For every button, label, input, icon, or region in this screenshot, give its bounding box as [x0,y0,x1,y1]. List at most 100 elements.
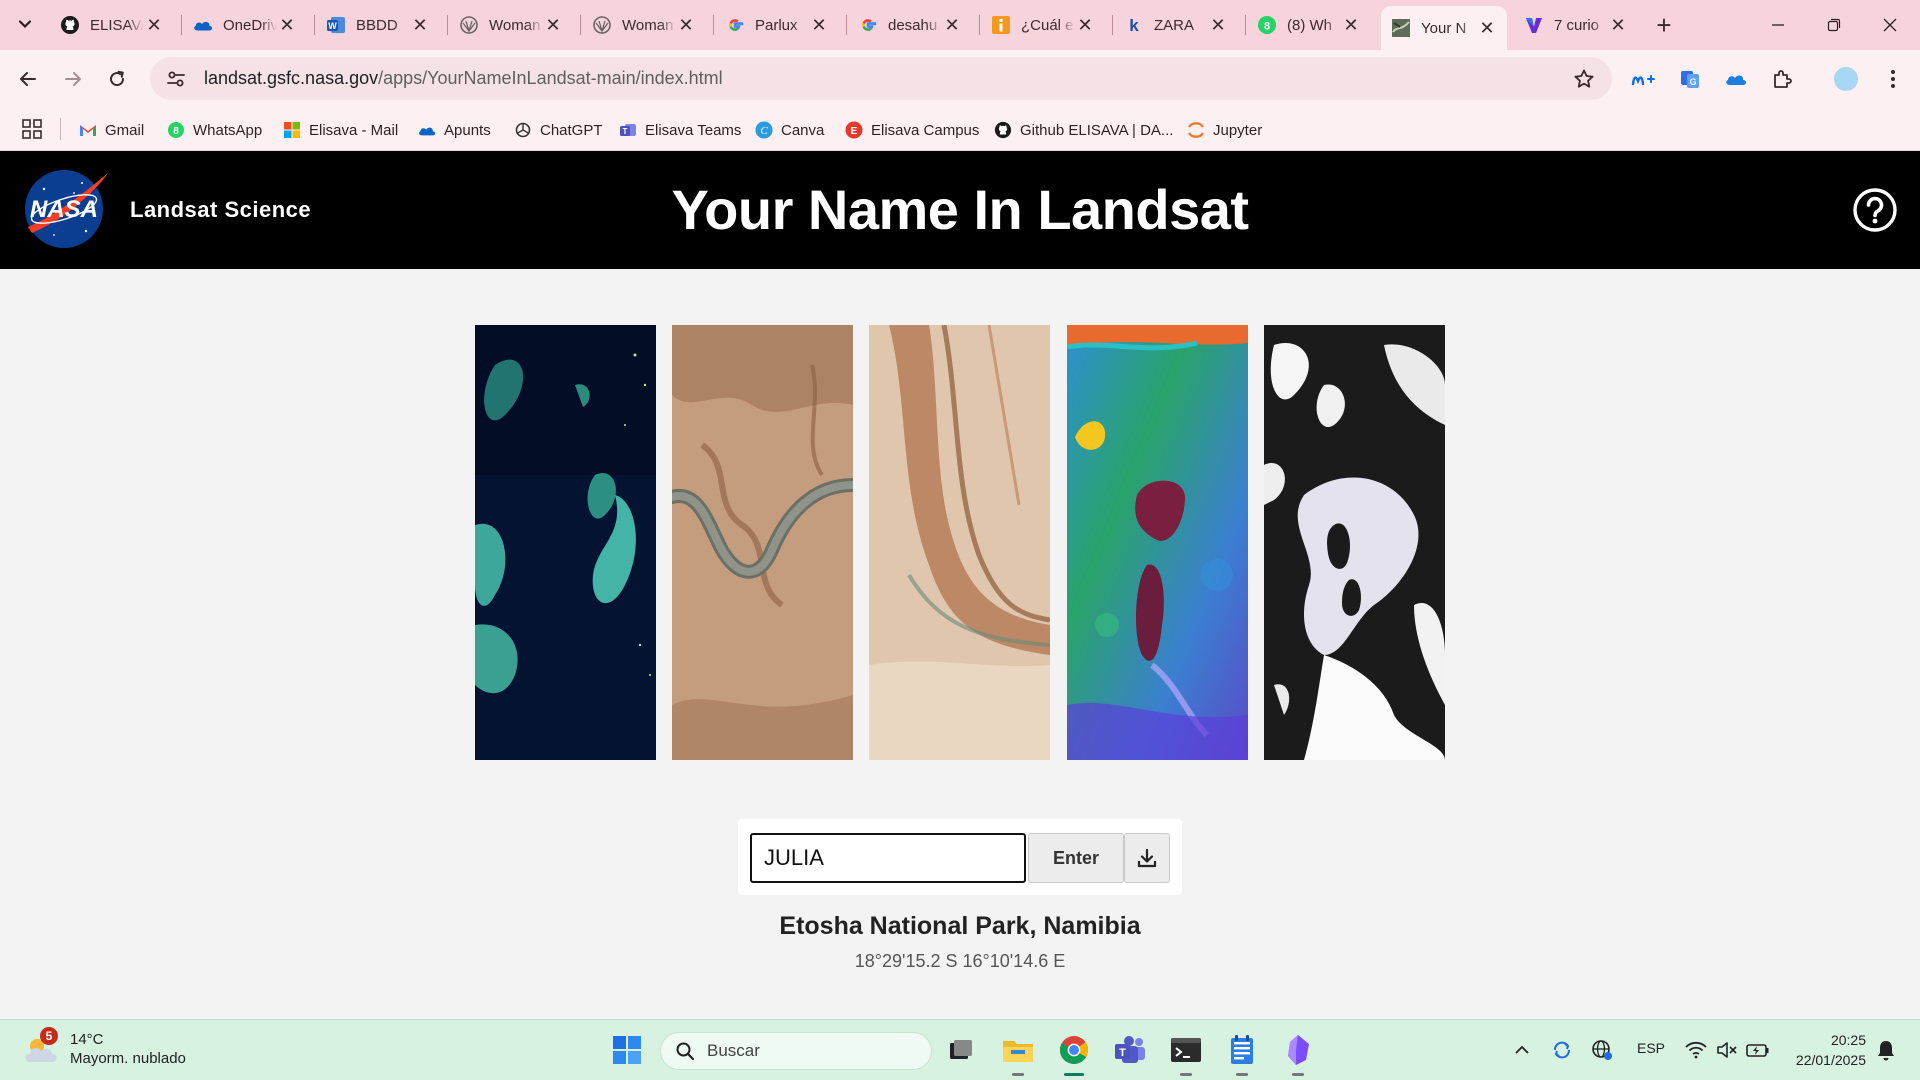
site-info-button[interactable] [158,61,194,97]
system-clock[interactable]: 20:25 22/01/2025 [1786,1030,1866,1070]
keyboard-language[interactable]: ESP [1637,1040,1665,1056]
browser-tab-active[interactable]: Your N ✕ [1381,6,1507,50]
taskbar-notepad[interactable] [1222,1030,1262,1076]
bookmark-whatsapp[interactable]: 8 WhatsApp [167,116,262,144]
tab-close-icon[interactable]: ✕ [1341,15,1361,35]
tab-close-icon[interactable]: ✕ [809,15,829,35]
address-url[interactable]: landsat.gsfc.nasa.gov/apps/YourNameInLan… [204,68,723,89]
close-icon [1883,18,1897,32]
extensions-button[interactable] [1765,62,1799,96]
taskbar-terminal[interactable] [1166,1030,1206,1076]
github-icon [60,15,80,35]
bookmark-elisava-mail[interactable]: Elisava - Mail [283,116,398,144]
browser-tab[interactable]: 7 curio ✕ [1514,8,1638,42]
bookmark-star-button[interactable] [1566,61,1602,97]
browser-tab[interactable]: ¿Cuál es ✕ [981,8,1105,42]
new-tab-button[interactable]: + [1649,10,1679,40]
bookmark-gmail[interactable]: Gmail [79,116,144,144]
bookmark-elisava-teams[interactable]: T Elisava Teams [619,116,741,144]
tab-close-icon[interactable]: ✕ [1208,15,1228,35]
chevron-down-icon [18,20,32,29]
tab-close-icon[interactable]: ✕ [676,15,696,35]
back-button[interactable] [10,61,46,97]
taskbar-chrome[interactable] [1054,1030,1094,1076]
main-content: Enter Etosha National Park, Namibia 18°2… [0,269,1920,1019]
tab-close-icon[interactable]: ✕ [1477,18,1497,38]
url-host: landsat.gsfc.nasa.gov [204,68,379,88]
extension-movistar[interactable] [1627,62,1661,96]
bookmark-github-elisava[interactable]: Github ELISAVA | DA... [994,116,1173,144]
tab-close-icon[interactable]: ✕ [1075,15,1095,35]
browser-tab-strip: ELISAVA ✕ OneDrive ✕ W BBDD ✕ Woman ✕ Wo… [0,0,1920,50]
bookmarks-bar: Gmail 8 WhatsApp Elisava - Mail Apunts C… [0,108,1920,151]
tray-overflow-button[interactable] [1510,1038,1534,1062]
taskbar-search[interactable]: Buscar [660,1032,932,1070]
browser-tab[interactable]: 8 (8) Wh ✕ [1247,8,1371,42]
browser-tab[interactable]: Parlux ✕ [715,8,839,42]
tab-close-icon[interactable]: ✕ [1608,15,1628,35]
tab-close-icon[interactable]: ✕ [942,15,962,35]
download-button[interactable] [1124,833,1170,883]
tab-close-icon[interactable]: ✕ [410,15,430,35]
taskbar-file-explorer[interactable] [998,1030,1038,1076]
weather-widget[interactable]: 5 14°C Mayorm. nublado [22,1027,186,1068]
tray-wifi[interactable] [1684,1038,1708,1062]
browser-tab[interactable]: Woman ✕ [449,8,573,42]
restore-button[interactable] [1806,0,1862,50]
bookmark-label: Github ELISAVA | DA... [1020,121,1174,139]
bookmark-label: Jupyter [1213,121,1263,139]
browser-menu-button[interactable] [1876,62,1910,96]
taskbar-teams[interactable]: T [1110,1030,1150,1070]
weather-temp: 14°C [70,1031,104,1048]
browser-tab[interactable]: desahu ✕ [848,8,972,42]
minimize-button[interactable] [1750,0,1806,50]
tray-volume[interactable] [1715,1038,1739,1062]
bookmark-apunts[interactable]: Apunts [418,116,491,144]
taskbar-obsidian[interactable] [1278,1030,1318,1076]
microsoft-icon [283,121,301,139]
tab-search-button[interactable] [10,9,40,39]
browser-tab[interactable]: Woman ✕ [582,8,706,42]
bookmark-canva[interactable]: C Canva [755,116,824,144]
tab-title: ¿Cuál es [1021,16,1075,34]
forward-button[interactable] [55,61,91,97]
profile-avatar[interactable] [1829,62,1863,96]
tab-close-icon[interactable]: ✕ [144,15,164,35]
bookmark-label: Elisava Teams [645,121,742,139]
minimize-icon [1772,24,1784,26]
tab-close-icon[interactable]: ✕ [543,15,563,35]
task-view-button[interactable] [941,1030,981,1070]
browser-tab[interactable]: k ZARA ✕ [1114,8,1238,42]
tab-title: ELISAVA [90,16,144,34]
browser-tab[interactable]: ELISAVA ✕ [50,8,174,42]
reload-button[interactable] [99,61,135,97]
enter-button[interactable]: Enter [1028,833,1124,883]
location-name: Etosha National Park, Namibia [779,912,1141,940]
tray-sync[interactable] [1550,1038,1574,1062]
extension-translate[interactable]: G [1673,62,1707,96]
help-icon[interactable] [1852,187,1898,233]
bookmark-chatgpt[interactable]: ChatGPT [514,116,603,144]
name-input[interactable] [750,833,1026,883]
start-button[interactable] [607,1030,647,1070]
letter-image-j [475,325,656,760]
apps-grid-icon [22,119,42,139]
letter-image-a [1264,325,1445,760]
chatgpt-icon [514,121,532,139]
obsidian-icon [1288,1035,1309,1065]
browser-tab[interactable]: W BBDD ✕ [316,8,440,42]
notifications-button[interactable] [1874,1038,1898,1062]
extension-onedrive[interactable] [1719,62,1753,96]
apps-grid-button[interactable] [20,117,44,141]
address-bar[interactable]: landsat.gsfc.nasa.gov/apps/YourNameInLan… [150,57,1612,100]
search-icon [676,1042,695,1061]
browser-tab[interactable]: OneDrive ✕ [183,8,307,42]
puzzle-icon [1774,70,1792,88]
tab-close-icon[interactable]: ✕ [277,15,297,35]
close-window-button[interactable] [1862,0,1918,50]
bookmark-elisava-campus[interactable]: E Elisava Campus [845,116,979,144]
bookmark-jupyter[interactable]: Jupyter [1187,116,1262,144]
tray-network-globe[interactable] [1590,1038,1614,1062]
bookmark-label: Gmail [105,121,145,139]
tray-battery[interactable] [1746,1038,1770,1062]
